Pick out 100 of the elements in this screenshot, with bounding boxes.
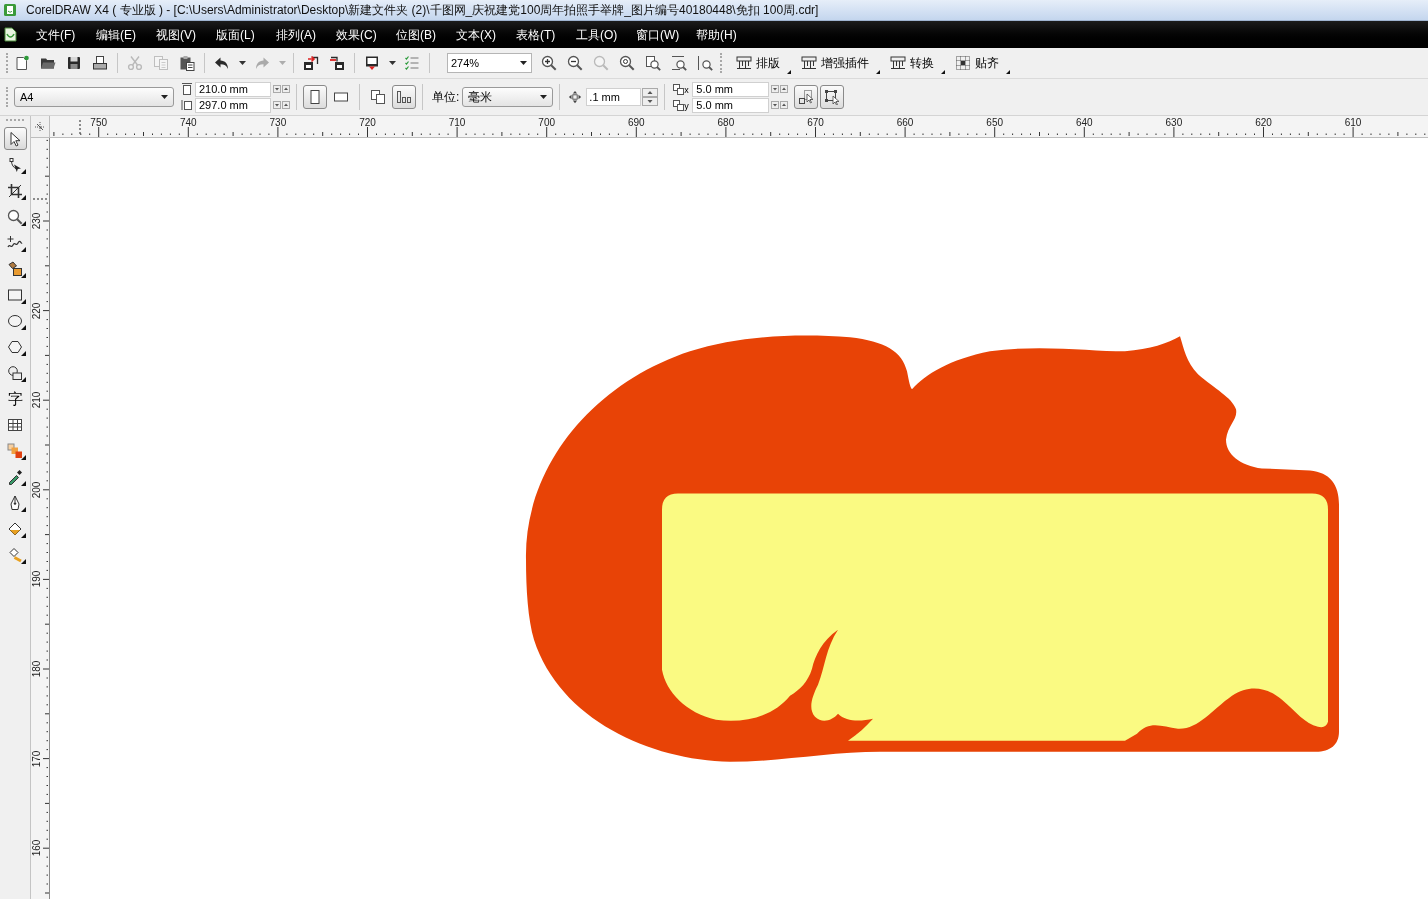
application-icon xyxy=(3,3,17,17)
grip-icon[interactable] xyxy=(720,53,723,73)
spin-up-button[interactable] xyxy=(642,88,659,97)
ruler-icon xyxy=(736,55,752,71)
menu-item[interactable]: 编辑(E) xyxy=(90,24,144,45)
duplicate-distance-field[interactable]: 5.0 mm xyxy=(692,81,770,97)
flyout-arrow-icon xyxy=(787,70,791,74)
clipboard-icon[interactable] xyxy=(179,55,195,71)
flyout-arrow-icon xyxy=(876,70,880,74)
plugin-menu-button[interactable]: 贴齐 xyxy=(951,51,1011,75)
frame-pointer-icon xyxy=(824,89,841,105)
pointer-icon xyxy=(7,130,23,147)
nudge-field[interactable]: .1 mm xyxy=(586,88,642,106)
ruler-label: 670 xyxy=(807,117,824,128)
ruler-label: 220 xyxy=(32,302,42,319)
width-field[interactable]: 210.0 mm xyxy=(195,81,271,97)
grip-icon[interactable] xyxy=(6,87,9,107)
spin-down-button[interactable] xyxy=(771,101,780,109)
spin-down-button[interactable] xyxy=(273,85,281,93)
printer-icon[interactable] xyxy=(92,55,108,71)
fill-select-button[interactable] xyxy=(794,85,819,109)
page-size-dropdown[interactable]: A4 xyxy=(14,87,174,107)
width-magnifier-icon[interactable] xyxy=(697,55,713,71)
plugin-menu-button[interactable]: 增强插件 xyxy=(797,51,881,75)
current-page-button[interactable] xyxy=(392,85,416,109)
window-title: CorelDRAW X4 ( 专业版 ) - [C:\Users\Administrator\Desktop\新建文件夹 (2)\千图网_庆祝建党100周年拍照手举牌_图片编号40180448\免扣 100周.cdr] xyxy=(26,3,819,17)
grip-icon[interactable] xyxy=(6,119,24,122)
spin-down-button[interactable] xyxy=(771,85,780,93)
height-field[interactable]: 297.0 mm xyxy=(195,97,271,113)
ruler-label: 610 xyxy=(1344,117,1362,128)
menu-item[interactable]: 帮助(H) xyxy=(690,24,744,45)
caret-icon[interactable] xyxy=(388,61,396,65)
menu-item[interactable]: 版面(L) xyxy=(210,24,264,45)
page-magnifier-icon[interactable] xyxy=(645,55,661,71)
menu-item[interactable]: 排列(A) xyxy=(270,24,324,45)
portrait-page-icon xyxy=(307,89,323,105)
ruler-label: 620 xyxy=(1255,117,1272,128)
monitor-icon[interactable] xyxy=(364,55,380,71)
caret-icon xyxy=(540,95,548,99)
ruler-label: 710 xyxy=(448,117,466,128)
import-icon[interactable] xyxy=(303,55,319,71)
plugin-menu-button[interactable]: 排版 xyxy=(732,51,792,75)
undo-arrow-icon[interactable] xyxy=(214,55,230,71)
ruler-label: 700 xyxy=(538,117,556,128)
menu-item[interactable]: 表格(T) xyxy=(510,24,564,45)
crop-icon xyxy=(7,182,23,199)
pick-tool-button[interactable] xyxy=(3,127,27,150)
menu-item[interactable]: 效果(C) xyxy=(330,24,384,45)
paint-bucket-icon xyxy=(7,520,23,537)
menu-item[interactable]: 视图(V) xyxy=(150,24,204,45)
unit-dropdown[interactable]: 毫米 xyxy=(462,87,554,107)
spin-up-button[interactable] xyxy=(780,85,789,93)
checklist-icon[interactable] xyxy=(404,55,420,71)
zoom-level-dropdown[interactable]: 274% xyxy=(447,53,532,73)
grip-icon[interactable] xyxy=(6,53,9,73)
spin-up-button[interactable] xyxy=(780,101,789,109)
spin-up-button[interactable] xyxy=(282,85,290,93)
spin-down-button[interactable] xyxy=(273,101,281,109)
magnifier-icon[interactable] xyxy=(619,55,635,71)
ruler-label: 180 xyxy=(32,660,42,678)
move-arrows-icon xyxy=(568,90,583,104)
spin-up-button[interactable] xyxy=(282,101,290,109)
spin-down-button[interactable] xyxy=(642,97,659,106)
text-tool-button[interactable]: 字 xyxy=(3,387,27,410)
menu-item[interactable]: 工具(O) xyxy=(570,24,624,45)
caret-icon[interactable] xyxy=(238,61,246,65)
offset-squares-icon xyxy=(673,99,685,111)
ruler-label: 680 xyxy=(717,117,735,128)
zoom-out-icon[interactable] xyxy=(567,55,583,71)
ruler-label: 640 xyxy=(1075,117,1093,128)
rectangle-icon xyxy=(7,286,23,303)
menu-item[interactable]: 文本(X) xyxy=(450,24,504,45)
ruler-label: 660 xyxy=(896,117,914,128)
frame-select-button[interactable] xyxy=(820,85,845,109)
ruler-origin-icon[interactable] xyxy=(35,121,45,132)
menu-item[interactable]: 窗口(W) xyxy=(630,24,684,45)
ruler-label: 170 xyxy=(32,750,42,767)
eyedropper-icon xyxy=(7,468,23,485)
plugin-menu-button[interactable]: 转换 xyxy=(886,51,946,75)
zoom-in-icon[interactable] xyxy=(541,55,557,71)
document-icon xyxy=(4,27,17,42)
pen-nib-icon xyxy=(7,494,23,511)
menu-item[interactable]: 文件(F) xyxy=(30,24,84,45)
ellipse-icon xyxy=(7,312,23,329)
offset-squares-icon xyxy=(673,83,685,95)
portrait-button[interactable] xyxy=(303,85,327,109)
new-document-icon[interactable] xyxy=(14,55,30,71)
ruler-label: 160 xyxy=(32,839,42,857)
page-bars-icon xyxy=(396,89,412,105)
page-width-icon xyxy=(181,83,192,95)
duplicate-distance-field[interactable]: 5.0 mm xyxy=(692,97,770,113)
fill-shapes-icon xyxy=(7,260,23,277)
menu-item[interactable]: 位图(B) xyxy=(390,24,444,45)
export-icon[interactable] xyxy=(329,55,345,71)
zoom-icon xyxy=(7,208,23,225)
ruler-label: 740 xyxy=(179,117,197,128)
ruler-label: 720 xyxy=(359,117,376,128)
page-magnifier-icon[interactable] xyxy=(671,55,687,71)
page-height-icon xyxy=(181,99,192,111)
ruler-label: 200 xyxy=(32,481,42,499)
